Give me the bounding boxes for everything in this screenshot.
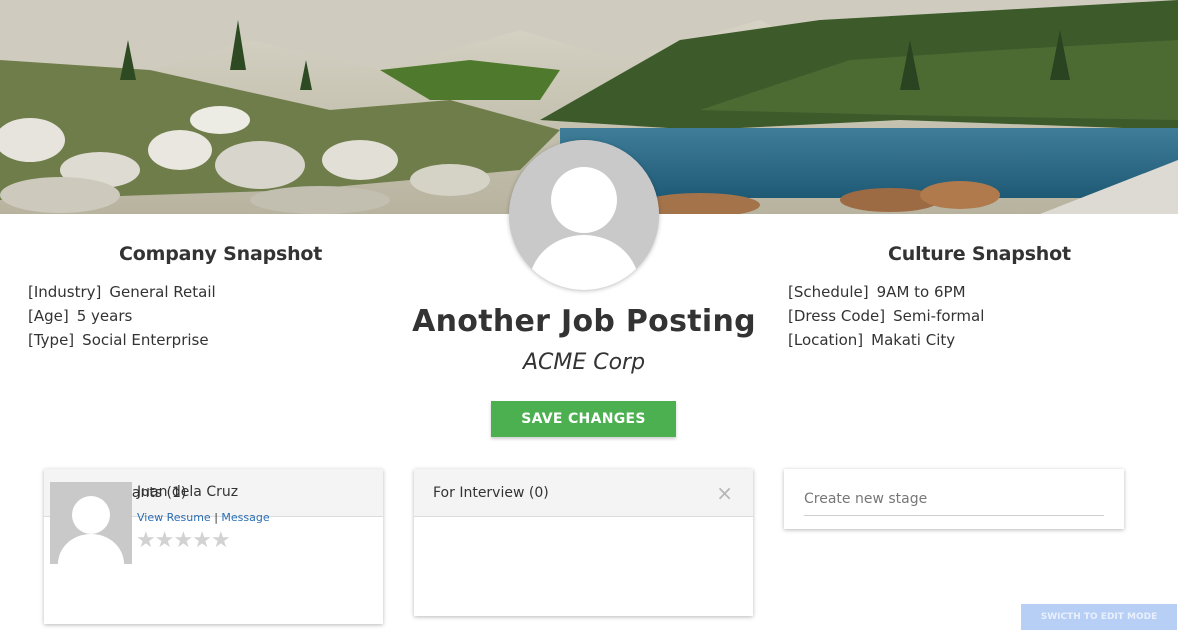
applicant-name: Juan dela Cruz [137,484,239,500]
snapshot-value: Social Enterprise [82,331,209,349]
create-stage-input[interactable] [804,489,1104,516]
star-icon[interactable]: ★ [155,528,175,553]
star-icon[interactable]: ★ [192,528,212,553]
snapshot-label: [Dress Code] [788,307,886,325]
job-title: Another Job Posting [412,304,756,339]
star-icon[interactable]: ★ [136,528,156,553]
close-icon[interactable]: × [716,481,733,505]
snapshot-row-schedule: [Schedule] 9AM to 6PM [788,280,984,304]
stage-header: For Interview (0) × [414,469,753,517]
snapshot-row-industry: [Industry] General Retail [28,280,216,304]
snapshot-label: [Schedule] [788,283,869,301]
snapshot-value: Makati City [871,331,956,349]
snapshot-value: General Retail [109,283,216,301]
stage-title: For Interview (0) [433,484,549,501]
stage-card-for-interview: For Interview (0) × [414,469,753,616]
applicant-avatar [50,482,132,564]
create-stage-card [784,469,1124,529]
snapshot-label: [Industry] [28,283,102,301]
company-name: ACME Corp [522,350,646,375]
snapshot-row-dress-code: [Dress Code] Semi-formal [788,304,984,328]
person-silhouette-icon [509,140,659,290]
company-snapshot-list: [Industry] General Retail [Age] 5 years [T… [28,280,216,352]
company-avatar [509,140,659,290]
snapshot-row-type: [Type] Social Enterprise [28,328,216,352]
message-link[interactable]: Message [221,511,269,524]
view-resume-link[interactable]: View Resume [137,511,211,524]
stage-card-job-applicants: Job Applicants (1) Juan dela Cruz View R… [44,469,383,624]
star-icon[interactable]: ★ [211,528,231,553]
snapshot-value: 5 years [76,307,133,325]
snapshot-label: [Location] [788,331,864,349]
snapshot-label: [Type] [28,331,75,349]
company-snapshot-title: Company Snapshot [119,243,323,265]
snapshot-value: 9AM to 6PM [876,283,966,301]
snapshot-row-age: [Age] 5 years [28,304,216,328]
snapshot-row-location: [Location] Makati City [788,328,984,352]
applicant-card[interactable]: Juan dela Cruz View Resume | Message ★★★… [50,482,382,564]
snapshot-value: Semi-formal [893,307,985,325]
person-silhouette-icon [50,482,132,564]
switch-to-edit-mode-button[interactable]: SWICTH TO EDIT MODE [1021,604,1177,630]
culture-snapshot-list: [Schedule] 9AM to 6PM [Dress Code] Semi-fo… [788,280,984,352]
rating-stars[interactable]: ★★★★★ [136,528,231,553]
save-changes-button[interactable]: SAVE CHANGES [491,401,676,437]
applicant-links: View Resume | Message [137,511,270,524]
link-separator: | [214,511,218,524]
star-icon[interactable]: ★ [173,528,193,553]
snapshot-label: [Age] [28,307,69,325]
culture-snapshot-title: Culture Snapshot [888,243,1071,265]
